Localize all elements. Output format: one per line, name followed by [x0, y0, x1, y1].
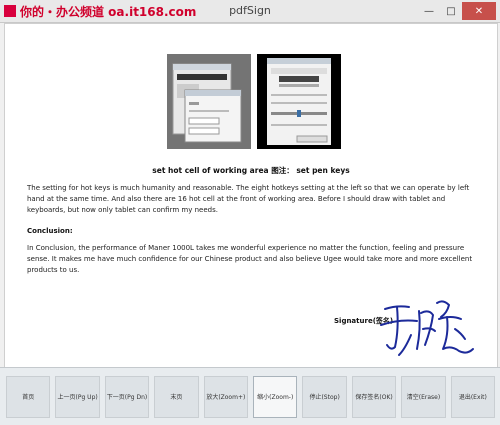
pen-keys-screenshot [257, 54, 341, 149]
bottom-toolbar: 首页 上一页(Pg Up) 下一页(Pg Dn) 末页 放大(Zoom+) 缩小… [0, 367, 500, 425]
erase-button[interactable]: 清空(Erase) [401, 375, 446, 418]
title-bar: pdfSign 你的・办公频道 oa.it168.com — □ ✕ [0, 0, 500, 23]
maximize-icon: □ [446, 5, 456, 17]
paragraph-conclusion: In Conclusion, the performance of Maner … [27, 244, 473, 274]
last-page-button[interactable]: 末页 [154, 375, 199, 418]
next-page-button[interactable]: 下一页(Pg Dn) [104, 375, 150, 418]
figure-caption: set hot cell of working area 图注： set pen… [152, 166, 350, 175]
watermark-logo: 你的・办公频道 oa.it168.com [20, 5, 197, 19]
exit-button[interactable]: 退出(Exit) [450, 375, 496, 418]
stop-button[interactable]: 停止(Stop) [302, 375, 347, 418]
window-controls: — □ ✕ [418, 2, 496, 20]
maximize-button[interactable]: □ [440, 2, 462, 20]
close-icon: ✕ [474, 5, 484, 17]
minimize-icon: — [424, 5, 434, 17]
zoom-in-button[interactable]: 放大(Zoom+) [203, 375, 249, 418]
zoom-out-button[interactable]: 缩小(Zoom-) [253, 375, 298, 418]
hot-cell-screenshot [167, 54, 251, 149]
handwritten-signature [380, 300, 474, 356]
save-signature-button[interactable]: 保存签名(OK) [351, 375, 397, 418]
minimize-button[interactable]: — [418, 2, 440, 20]
first-page-button[interactable]: 首页 [6, 375, 51, 418]
previous-page-button[interactable]: 上一页(Pg Up) [55, 375, 100, 418]
paragraph-hot-keys: The setting for hot keys is much humanit… [27, 184, 470, 214]
document-page: set hot cell of working area 图注： set pen… [4, 23, 498, 368]
conclusion-heading: Conclusion: [27, 227, 73, 235]
close-button[interactable]: ✕ [462, 2, 496, 20]
